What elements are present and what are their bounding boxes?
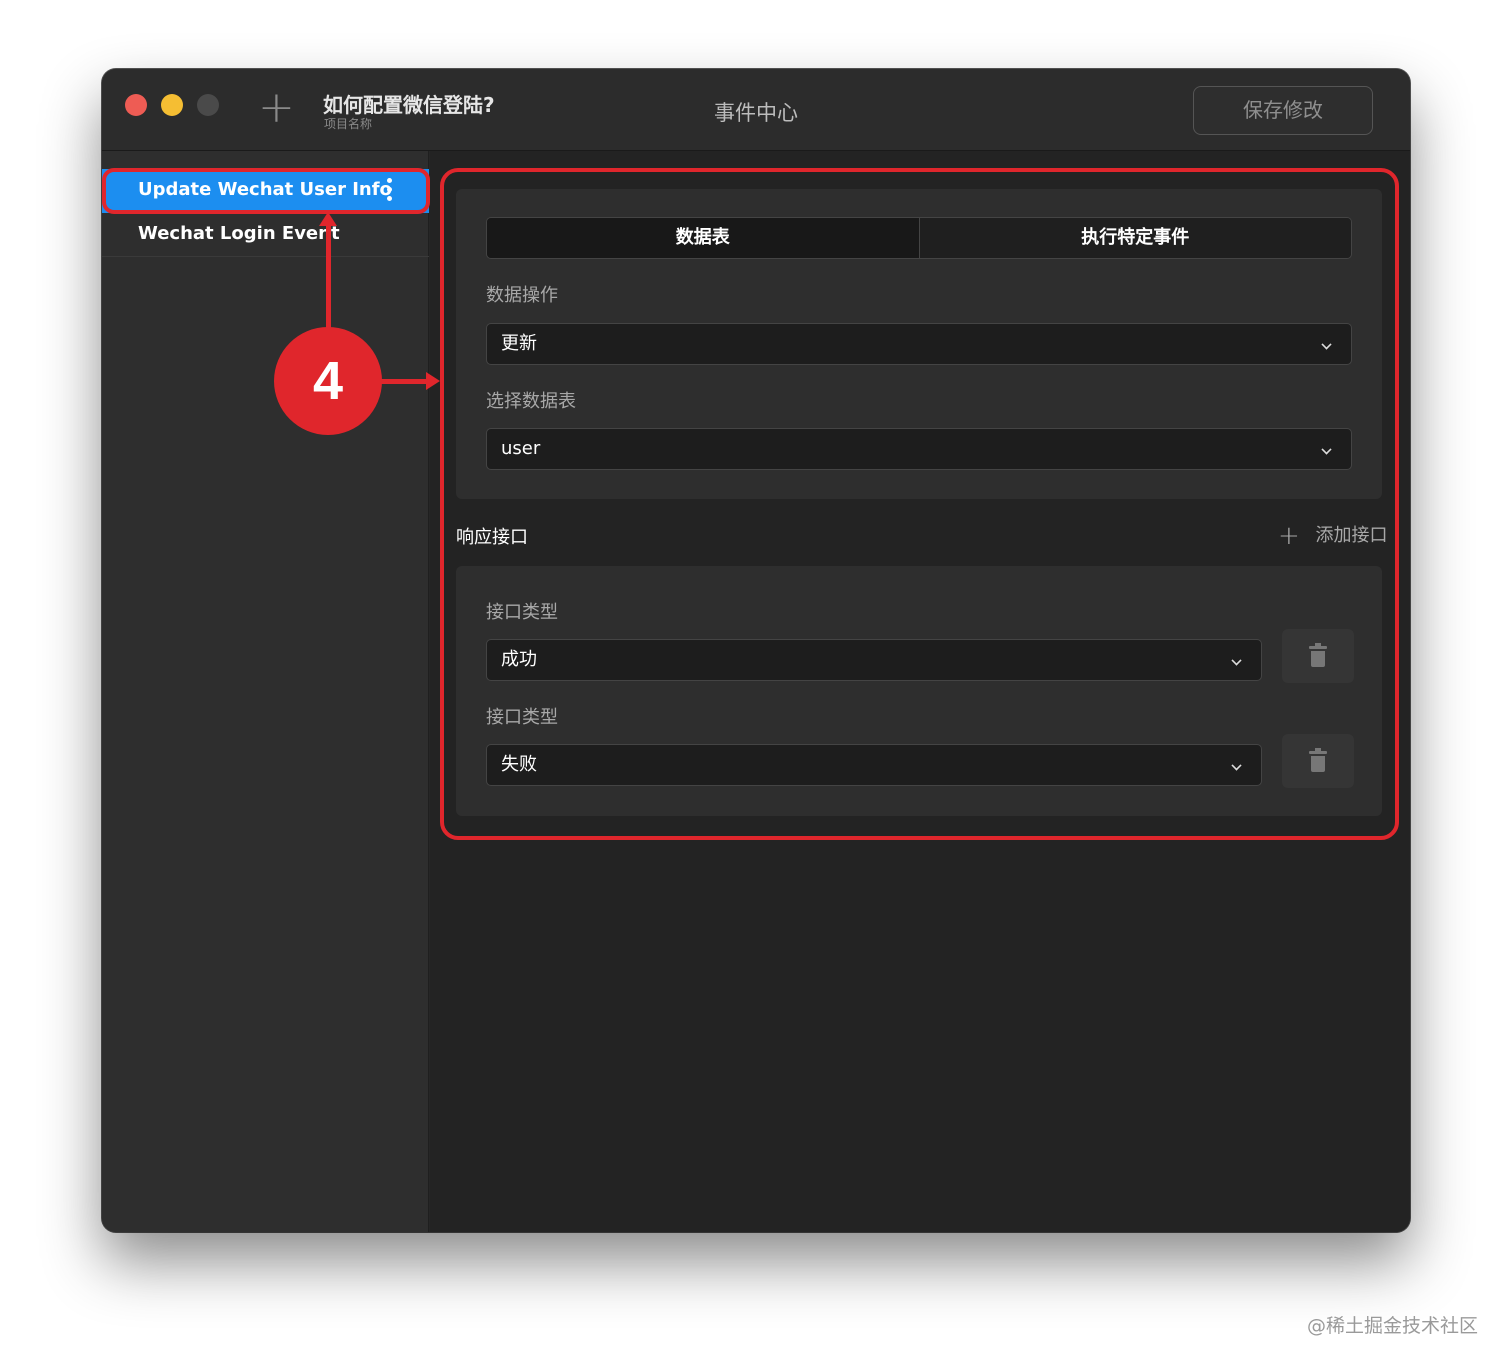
- sidebar: Update Wechat User Info Wechat Login Eve…: [102, 151, 429, 1232]
- trash-icon: [1309, 748, 1327, 754]
- title-bar: + 如何配置微信登陆? 项目名称 事件中心 保存修改: [102, 69, 1410, 151]
- operation-select-value: 更新: [501, 333, 537, 354]
- add-interface-label: 添加接口: [1315, 525, 1388, 546]
- chevron-down-icon: [1231, 760, 1242, 771]
- plus-icon: +: [1278, 521, 1300, 551]
- trash-icon: [1309, 643, 1327, 649]
- chevron-down-icon: [1321, 339, 1332, 350]
- chevron-down-icon: [1231, 655, 1242, 666]
- interface-type-value: 失败: [501, 754, 537, 775]
- interface-type-label: 接口类型: [486, 707, 558, 728]
- table-select-value: user: [501, 438, 541, 459]
- chevron-down-icon: [1321, 444, 1332, 455]
- interface-type-select[interactable]: 成功: [486, 639, 1262, 681]
- sidebar-item-label: Wechat Login Event: [138, 223, 340, 244]
- sidebar-item-update-wechat-user-info[interactable]: Update Wechat User Info: [102, 169, 429, 213]
- interface-type-select[interactable]: 失败: [486, 744, 1262, 786]
- more-options-icon[interactable]: [385, 178, 393, 201]
- operation-label: 数据操作: [486, 285, 558, 306]
- tab-execute-event[interactable]: 执行特定事件: [918, 218, 1351, 258]
- operation-select[interactable]: 更新: [486, 323, 1352, 365]
- response-section-title: 响应接口: [456, 527, 528, 548]
- annotation-arrow-up: [326, 222, 331, 330]
- tab-data-table[interactable]: 数据表: [487, 218, 919, 258]
- save-button[interactable]: 保存修改: [1193, 86, 1373, 135]
- add-interface-button[interactable]: + 添加接口: [1278, 521, 1388, 551]
- interface-type-value: 成功: [501, 649, 537, 670]
- table-select[interactable]: user: [486, 428, 1352, 470]
- tab-bar: 数据表 执行特定事件: [486, 217, 1352, 259]
- step-number-badge: 4: [274, 327, 382, 435]
- table-label: 选择数据表: [486, 391, 576, 412]
- interface-type-label: 接口类型: [486, 602, 558, 623]
- delete-interface-button[interactable]: [1282, 629, 1354, 683]
- arrow-up-icon: [319, 212, 337, 226]
- sidebar-item-label: Update Wechat User Info: [138, 179, 392, 200]
- watermark: @稀土掘金技术社区: [1306, 1315, 1478, 1337]
- sidebar-item-wechat-login-event[interactable]: Wechat Login Event: [102, 213, 429, 257]
- delete-interface-button[interactable]: [1282, 734, 1354, 788]
- annotation-arrow-right: [380, 379, 428, 384]
- arrow-right-icon: [426, 372, 440, 390]
